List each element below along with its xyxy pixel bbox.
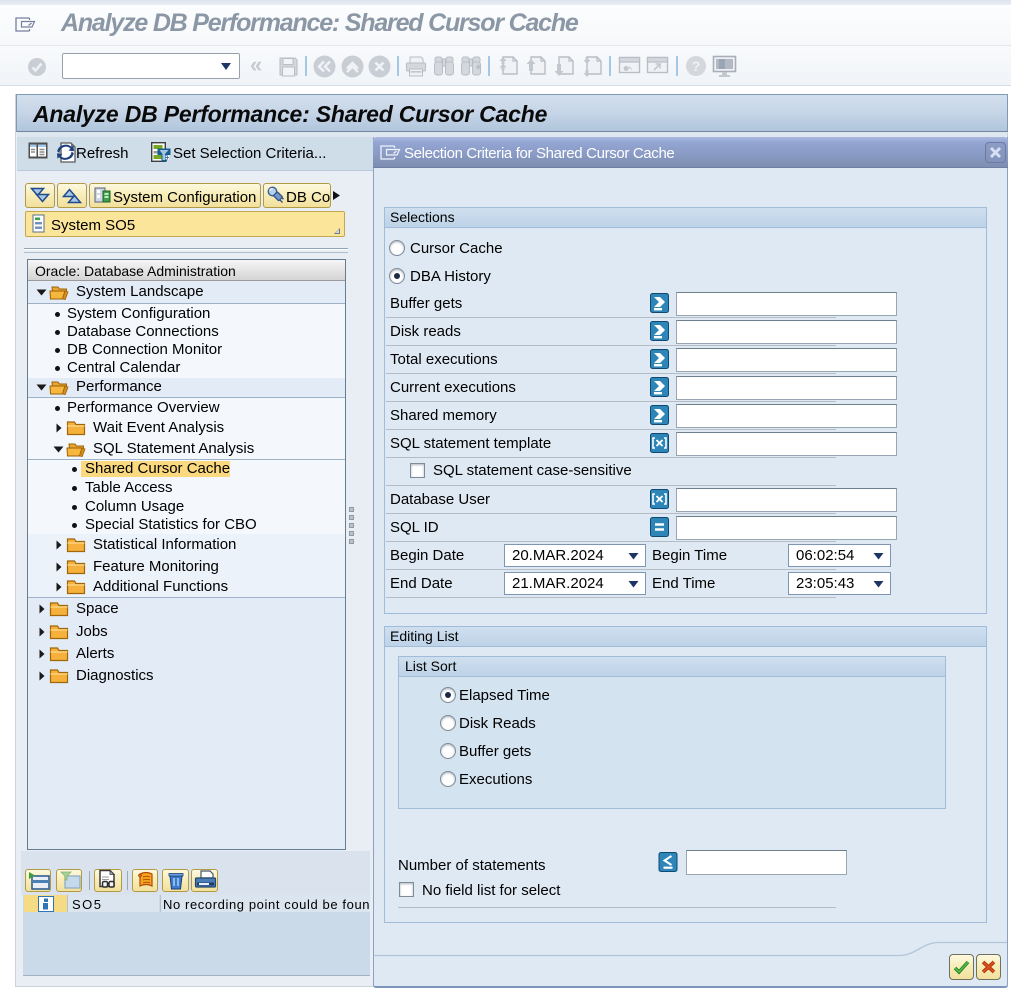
svg-text:?: ? xyxy=(692,58,701,74)
